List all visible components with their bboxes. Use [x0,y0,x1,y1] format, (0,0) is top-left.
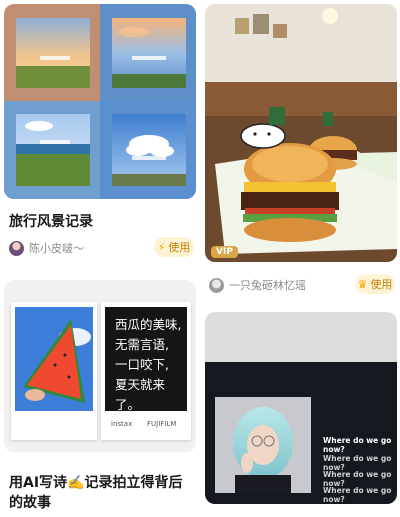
template-card-music[interactable]: Where do we go now? Where do we go now? … [205,312,397,517]
instax-brand: instax [111,420,133,428]
poem-line: 无需言语, [115,337,169,352]
lightning-icon: ⚡ [157,240,166,254]
author-info: 陈小皮啵～ [9,240,84,256]
author-name: 陈小皮啵～ [29,242,84,255]
use-button-label: 使用 [370,278,393,291]
template-card-instax-poem[interactable]: 西瓜的美味, 无需言语, 一口咬下, 夏天就来了。 instax FUJIFIL… [4,280,196,517]
watermelon-polaroid [11,302,97,440]
poem-line: 一口咬下, [115,357,169,372]
use-button-label: 使用 [168,241,191,254]
lyric-line: Where do we go now? [323,436,392,454]
travel-collage-image [4,4,196,199]
avatar [9,240,24,256]
burger-photo [205,4,397,262]
template-card-travel[interactable]: 旅行风景记录 陈小皮啵～ ⚡ 使用 [4,4,196,262]
fujifilm-brand: FUJIFILM [147,420,177,428]
instax-collage-image: 西瓜的美味, 无需言语, 一口咬下, 夏天就来了。 instax FUJIFIL… [4,280,196,452]
card-title: 旅行风景记录 [9,214,93,230]
vip-badge: VIP [211,246,238,258]
template-card-burger[interactable]: VIP 一只兔砸林忆瑶 ♛ 使用 [205,4,397,296]
use-button[interactable]: ⚡ 使用 [154,237,194,257]
use-button[interactable]: ♛ 使用 [355,274,395,294]
poem-line: 夏天就来了。 [115,377,166,412]
poem-polaroid: 西瓜的美味, 无需言语, 一口咬下, 夏天就来了。 instax FUJIFIL… [101,302,191,440]
lyric-line: Where do we go now? [323,486,392,504]
card-title: 用AI写诗✍️记录拍立得背后的故事 [9,475,183,511]
music-player-image: Where do we go now? Where do we go now? … [205,312,397,504]
author-name: 一只兔砸林忆瑶 [229,279,306,292]
avatar [209,277,224,293]
poem-line: 西瓜的美味, [115,317,182,332]
crown-icon: ♛ [357,277,368,291]
author-info: 一只兔砸林忆瑶 [209,277,306,293]
